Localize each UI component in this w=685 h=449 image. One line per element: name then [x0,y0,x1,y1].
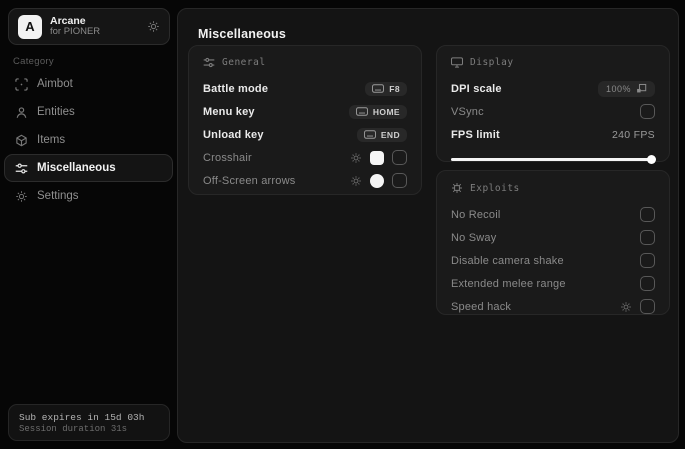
battle-mode-row: Battle mode F8 [203,77,407,100]
exploits-panel: Exploits No Recoil No Sway Disable camer… [436,170,670,315]
offscreen-arrows-label: Off-Screen arrows [203,174,296,187]
sidebar-item-settings[interactable]: Settings [4,182,173,210]
offscreen-arrows-settings-gear-icon[interactable] [350,175,362,187]
speed-hack-settings-gear-icon[interactable] [620,301,632,313]
no-sway-checkbox[interactable] [640,230,655,245]
unload-key-keybind-button[interactable]: END [356,127,407,142]
fps-limit-row: FPS limit 240 FPS [451,123,655,146]
app-logo: A [18,14,42,39]
subscription-info-card: Sub expires in 15d 03h Session duration … [8,404,170,441]
disable-camera-shake-label: Disable camera shake [451,254,564,267]
menu-key-row: Menu key HOME [203,100,407,123]
speed-hack-label: Speed hack [451,300,512,313]
box-icon [15,134,28,147]
sidebar-item-miscellaneous[interactable]: Miscellaneous [4,154,173,182]
page-title: Miscellaneous [198,27,287,41]
fps-limit-value: 240 FPS [612,128,655,141]
battle-mode-label: Battle mode [203,82,269,95]
menu-key-label: Menu key [203,105,255,118]
no-recoil-checkbox[interactable] [640,207,655,222]
speed-hack-checkbox[interactable] [640,299,655,314]
disable-camera-shake-row: Disable camera shake [451,249,655,272]
sliders-icon [203,57,215,68]
crosshair-label: Crosshair [203,151,252,164]
display-panel-title: Display [470,57,514,68]
app-window: A Arcane for PIONER Category Aimbot Enti… [0,0,685,449]
dpi-scale-select[interactable]: 100% [597,80,655,97]
sidebar-item-label: Settings [37,190,79,202]
scale-icon [636,83,647,94]
monitor-icon [451,57,463,68]
main-panel: Miscellaneous General Battle mode F8 Men… [177,8,679,443]
sidebar-nav: Aimbot Entities Items Miscellaneous Sett… [4,70,173,210]
app-subtitle: for PIONER [50,26,101,38]
speed-hack-row: Speed hack [451,295,655,318]
crosshair-color-swatch[interactable] [370,150,384,165]
battle-mode-keybind-button[interactable]: F8 [365,81,407,96]
crosshair-settings-gear-icon[interactable] [350,152,362,164]
fps-limit-label: FPS limit [451,128,500,141]
vsync-label: VSync [451,105,484,118]
gear-icon [15,190,28,203]
fps-slider-fill [451,158,655,161]
dpi-scale-label: DPI scale [451,82,502,95]
crosshair-checkbox[interactable] [392,150,407,165]
sliders-icon [15,162,28,175]
sidebar-item-label: Entities [37,106,75,118]
fps-slider-knob[interactable] [647,155,656,164]
general-panel-title: General [222,57,266,68]
no-recoil-row: No Recoil [451,203,655,226]
extended-melee-range-checkbox[interactable] [640,276,655,291]
category-label: Category [13,56,54,67]
sidebar: A Arcane for PIONER Category Aimbot Enti… [0,0,177,449]
keyboard-icon [363,130,376,139]
no-sway-label: No Sway [451,231,497,244]
extended-melee-range-row: Extended melee range [451,272,655,295]
unload-key-row: Unload key END [203,123,407,146]
session-duration-text: Session duration 31s [19,423,128,434]
sidebar-item-label: Items [37,134,66,146]
dpi-scale-row: DPI scale 100% [451,77,655,100]
offscreen-arrows-row: Off-Screen arrows [203,169,407,192]
crosshair-icon [15,77,28,91]
brand-card: A Arcane for PIONER [8,8,170,45]
keyboard-icon [372,84,385,93]
person-icon [15,106,28,119]
offscreen-arrows-color-swatch[interactable] [370,173,384,188]
unload-key-label: Unload key [203,128,264,141]
display-panel: Display DPI scale 100% VSync FPS limit 2… [436,45,670,164]
keyboard-icon [355,107,368,116]
disable-camera-shake-checkbox[interactable] [640,253,655,268]
exploits-panel-title: Exploits [470,182,520,194]
offscreen-arrows-checkbox[interactable] [392,173,407,188]
settings-gear-icon[interactable] [147,20,160,33]
sidebar-item-items[interactable]: Items [4,126,173,154]
sidebar-item-label: Miscellaneous [37,162,116,174]
no-recoil-label: No Recoil [451,208,501,221]
crosshair-row: Crosshair [203,146,407,169]
fps-limit-slider[interactable] [451,154,656,164]
bug-icon [451,182,463,194]
sidebar-item-entities[interactable]: Entities [4,98,173,126]
vsync-checkbox[interactable] [640,104,655,119]
no-sway-row: No Sway [451,226,655,249]
extended-melee-range-label: Extended melee range [451,277,566,290]
sidebar-item-label: Aimbot [37,78,73,90]
sidebar-item-aimbot[interactable]: Aimbot [4,70,173,98]
menu-key-keybind-button[interactable]: HOME [348,104,407,119]
general-panel: General Battle mode F8 Menu key HOME Unl… [188,45,422,195]
vsync-row: VSync [451,100,655,123]
sub-expires-text: Sub expires in 15d 03h [19,411,145,423]
